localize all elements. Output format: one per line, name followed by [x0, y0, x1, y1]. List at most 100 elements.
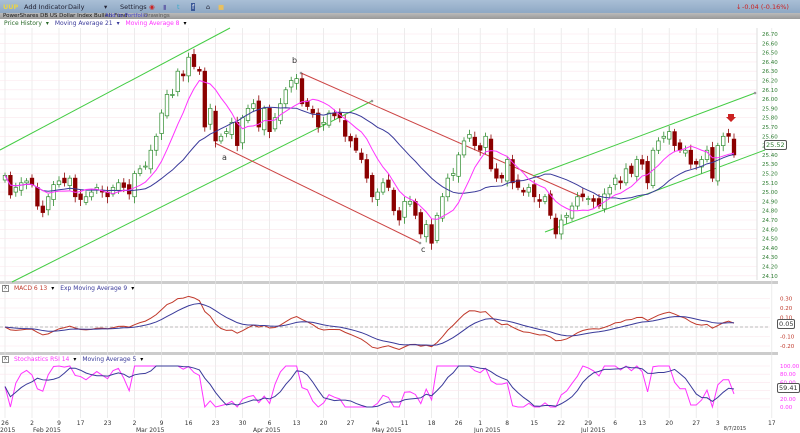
candle	[461, 137, 467, 158]
x-tick-label: 23	[104, 420, 112, 427]
candle	[613, 174, 618, 191]
trendline-handle	[418, 241, 422, 245]
candle	[24, 178, 29, 190]
candle	[559, 214, 564, 240]
candle	[672, 128, 677, 153]
candle	[240, 114, 245, 150]
candle	[407, 195, 413, 207]
x-tick-label: 11	[401, 420, 409, 427]
candle-body	[316, 112, 321, 128]
stoch-last-value: 59.41	[777, 383, 800, 393]
candle	[721, 132, 726, 152]
candle-body	[262, 108, 267, 131]
candle	[699, 155, 704, 174]
x-tick-label: 26	[1, 420, 9, 427]
wave-label-c: c	[421, 245, 425, 254]
candle	[591, 194, 596, 208]
price-tick-label: 24.50	[762, 237, 778, 243]
legend-macd[interactable]: MACD 6 13	[14, 285, 47, 292]
candle	[175, 68, 180, 97]
candle-body	[391, 189, 396, 212]
candle	[267, 104, 272, 139]
macd-signal-line	[4, 302, 735, 346]
stoch-tick-label: 100.00	[780, 364, 800, 370]
candle-body	[29, 177, 35, 186]
wave-label-b: b	[292, 56, 297, 65]
candle-body	[24, 180, 29, 184]
candle	[170, 88, 175, 99]
candle	[294, 73, 299, 90]
candle	[83, 191, 89, 206]
price-tick-label: 25.00	[762, 190, 778, 196]
candle-body	[429, 224, 434, 244]
candle-body	[467, 134, 472, 139]
candle	[542, 193, 548, 205]
candle	[272, 113, 278, 132]
candle	[159, 109, 164, 141]
macd-last-value: 0.05	[777, 319, 796, 329]
candle	[105, 186, 110, 204]
candle	[19, 177, 24, 196]
candle-body	[613, 177, 618, 186]
candle	[580, 188, 585, 202]
candle-body	[461, 140, 467, 156]
candle	[89, 189, 94, 201]
candle-body	[67, 177, 72, 186]
candle-body	[645, 161, 650, 184]
x-tick-label: 20	[320, 420, 328, 427]
x-tick-label: 17	[768, 420, 776, 427]
candle-body	[116, 182, 121, 191]
x-tick-label: 8	[505, 420, 509, 427]
candle-body	[726, 133, 731, 137]
candle	[56, 176, 62, 188]
x-month-label: May 2015	[372, 427, 402, 433]
candle-body	[326, 112, 332, 126]
candle	[62, 172, 67, 187]
close-macd-button[interactable]: X	[2, 285, 9, 292]
candle-body	[586, 198, 591, 200]
price-tick-label: 26.20	[762, 79, 778, 85]
candle-body	[559, 219, 564, 235]
candle	[515, 174, 521, 191]
candle	[278, 98, 283, 125]
price-tick-label: 25.90	[762, 106, 778, 112]
candle	[359, 148, 364, 164]
candle-body	[170, 94, 175, 96]
macd-tick-label: -0.20	[780, 344, 795, 350]
price-tick-label: 25.10	[762, 181, 778, 187]
stoch-legend: Stochastics RSI 14 ▾ Moving Average 5 ▾	[14, 356, 144, 363]
macd-tick-label: 0.30	[780, 297, 793, 303]
candle-body	[164, 94, 170, 117]
candle	[418, 208, 423, 239]
candle	[40, 200, 45, 218]
price-tick-label: 25.30	[762, 162, 778, 168]
candle-body	[240, 117, 245, 144]
candle	[251, 99, 256, 113]
candle-body	[640, 159, 645, 165]
price-tick-label: 24.10	[762, 274, 778, 280]
macd-tick-label: -0.10	[780, 335, 795, 341]
candle	[569, 202, 575, 221]
close-stoch-button[interactable]: X	[2, 356, 9, 363]
candle	[688, 144, 693, 169]
candle-body	[424, 224, 429, 238]
legend-ema9[interactable]: Exp Moving Average 9	[60, 285, 127, 292]
chart-canvas[interactable]: 26 2 9 17 23 2 9 16 23 30 6 13 20 27 4 11 18 26 1 8 15 22 29 6 1…	[0, 0, 800, 433]
candle-body	[445, 177, 450, 198]
legend-ma5[interactable]: Moving Average 5	[82, 356, 136, 363]
candle	[353, 134, 359, 154]
candle-body	[78, 193, 83, 200]
candle-body	[202, 70, 207, 128]
candle-body	[499, 175, 504, 179]
candle-body	[542, 196, 548, 202]
candle	[143, 161, 148, 170]
candle	[186, 52, 191, 83]
x-tick-label: 13	[638, 420, 646, 427]
trendline-handle	[370, 99, 374, 103]
x-month-label: Jun 2015	[473, 427, 501, 433]
candle	[505, 155, 510, 187]
candle-body	[580, 193, 585, 198]
candle	[640, 154, 645, 170]
candle	[586, 195, 591, 206]
legend-stoch-rsi[interactable]: Stochastics RSI 14	[14, 356, 69, 363]
